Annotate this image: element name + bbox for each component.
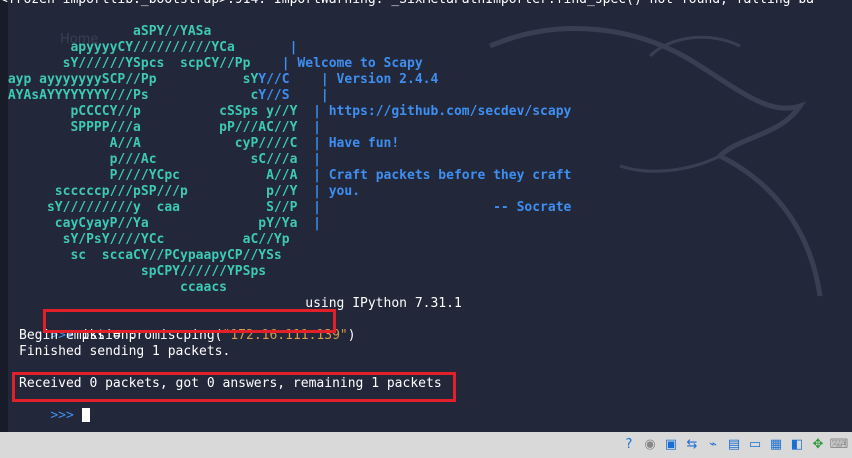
banner-art: P////YCpc A//A <box>0 168 298 183</box>
banner-line: sc sccaCY//PCypaapyCP//YSs <box>0 248 282 264</box>
banner-info: Craft packets before they craft <box>320 168 572 183</box>
import-warning-line: <frozen importlib._bootstrap>:914: Impor… <box>0 0 814 8</box>
banner-line: apyyyyCY//////////YCa | <box>0 40 297 56</box>
banner-info[interactable]: https://github.com/secdev/scapy <box>321 104 572 119</box>
banner-line: aSPY//YASa <box>0 24 266 40</box>
banner-line: sY/////////y caa S//P | -- Socrate <box>0 200 571 216</box>
output-finished-sending: Finished sending 1 packets. <box>19 344 231 359</box>
prompt-symbol: >>> <box>50 408 74 423</box>
terminal-window[interactable]: Home <frozen importlib._bootstrap>:914: … <box>0 0 852 432</box>
banner-art: aSPY//YASa <box>0 24 267 39</box>
banner-divider: | <box>297 120 321 135</box>
banner-art: sY/PsY////YCc aC//Yp <box>0 232 290 247</box>
highlight-box-result <box>12 372 456 402</box>
banner-divider: Y//C | <box>258 72 329 87</box>
banner-info: Welcome to Scapy <box>289 56 423 71</box>
banner-art: cayCyayP//Ya pY/Ya <box>0 216 298 231</box>
highlight-box-command <box>43 309 336 333</box>
display-icon[interactable]: ▭ <box>746 435 764 453</box>
banner-line: AYAsAYYYYYYYY///Ps cY//S | <box>0 88 329 104</box>
banner-art: SPPPP///a pP///AC//Y <box>0 120 298 135</box>
vm-window-icon[interactable]: ◧ <box>788 435 806 453</box>
banner-line: pCCCCY//p cSSps y//Y | https://github.co… <box>0 104 571 120</box>
recording-icon[interactable]: ▦ <box>767 435 785 453</box>
banner-divider: | <box>297 216 321 231</box>
floppy-disk-icon[interactable]: ▣ <box>662 435 680 453</box>
banner-art: apyyyyCY//////////YCa <box>0 40 267 55</box>
banner-line: sY/PsY////YCc aC//Yp <box>0 232 290 248</box>
banner-info: Have fun! <box>320 136 400 151</box>
banner-line: A//A cyP////C | Have fun! <box>0 136 400 152</box>
banner-divider: | <box>297 136 321 151</box>
banner-divider: | <box>297 104 321 119</box>
banner-divider: Y//S | <box>258 88 329 103</box>
banner-line: ccaacs <box>0 280 227 296</box>
banner-art: A//A cyP////C <box>0 136 298 151</box>
help-icon[interactable]: ? <box>620 435 638 453</box>
banner-line: scccccp///pSP///p p//Y | you. <box>0 184 360 200</box>
banner-line: p///Ac sC///a | <box>0 152 321 168</box>
keyboard-icon[interactable]: ⌨ <box>830 435 849 453</box>
banner-divider: | <box>258 56 290 71</box>
banner-line: ayp ayyyyyyySCP//Pp sYY//C | Version 2.4… <box>0 72 439 88</box>
banner-info: you. <box>320 184 361 199</box>
banner-art: sY//////YSpcs scpCY//Pp <box>0 56 259 71</box>
status-tray: ? ◉ ▣ ⇆ ⌁ ▤ ▭ ▦ ◧ ✥ ⌨ <box>620 435 849 455</box>
banner-divider: | <box>297 200 321 215</box>
banner-divider: | <box>266 40 298 55</box>
banner-art: sc sccaCY//PCypaapyCP//YSs <box>0 248 282 263</box>
banner-info: -- Socrate <box>320 200 572 215</box>
banner-line: SPPPP///a pP///AC//Y | <box>0 120 321 136</box>
banner-divider: | <box>297 184 321 199</box>
banner-art: AYAsAYYYYYYYY///Ps c <box>0 88 259 103</box>
banner-divider: | <box>297 168 321 183</box>
banner-art: scccccp///pSP///p p//Y <box>0 184 298 199</box>
banner-art: ayp ayyyyyyySCP//Pp sY <box>0 72 259 87</box>
network-icon[interactable]: ⇆ <box>683 435 701 453</box>
banner-art: sY/////////y caa S//P <box>0 200 298 215</box>
banner-divider: | <box>297 152 321 167</box>
banner-line: cayCyayP//Ya pY/Ya | <box>0 216 321 232</box>
banner-line: spCPY//////YPSps <box>0 264 266 280</box>
command-suffix: ) <box>347 328 356 343</box>
shared-folder-icon[interactable]: ▤ <box>725 435 743 453</box>
banner-art: pCCCCY//p cSSps y//Y <box>0 104 298 119</box>
banner-line: P////YCpc A//A | Craft packets before th… <box>0 168 572 184</box>
banner-art: spCPY//////YPSps <box>0 264 267 279</box>
kali-dragon-watermark <box>489 26 823 297</box>
banner-info: Version 2.4.4 <box>328 72 439 87</box>
optical-disc-icon[interactable]: ◉ <box>641 435 659 453</box>
mouse-integration-icon[interactable]: ✥ <box>809 435 827 453</box>
banner-line: sY//////YSpcs scpCY//Pp | Welcome to Sca… <box>0 56 423 72</box>
banner-art: ccaacs <box>0 280 227 295</box>
text-cursor <box>81 408 90 422</box>
banner-art: p///Ac sC///a <box>0 152 298 167</box>
usb-icon[interactable]: ⌁ <box>704 435 722 453</box>
vm-status-bar: ? ◉ ▣ ⇆ ⌁ ▤ ▭ ▦ ◧ ✥ ⌨ <box>0 432 852 458</box>
